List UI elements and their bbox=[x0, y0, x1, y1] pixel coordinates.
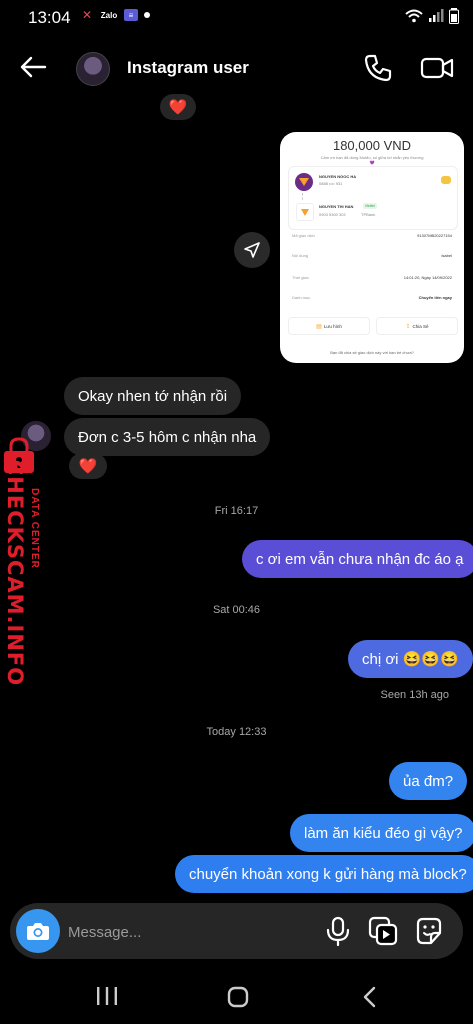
image-message-receipt[interactable]: 180,000 VND Cảm ơn bạn đã dùng MoMo, số … bbox=[280, 132, 464, 363]
receiver-logo bbox=[296, 203, 314, 221]
sticker-icon[interactable] bbox=[414, 916, 444, 946]
save-image-icon: ▤ bbox=[316, 323, 322, 330]
forward-button[interactable] bbox=[234, 232, 270, 268]
receipt-row-value: Chuyển tiền ngay bbox=[418, 295, 452, 300]
watermark-tagline: DATA CENTER bbox=[24, 483, 44, 573]
message-outgoing[interactable]: ủa đm? bbox=[389, 762, 468, 800]
receiver-phone: 0903 5300 302 bbox=[319, 212, 346, 217]
status-time: 13:04 bbox=[28, 8, 71, 27]
video-call-icon[interactable] bbox=[420, 52, 454, 84]
receipt-connector bbox=[302, 193, 304, 200]
status-notification-icons: ✕ Zalo ≡ bbox=[80, 8, 150, 22]
receipt-row-label: Nội dung bbox=[292, 253, 309, 258]
timestamp-divider: Fri 16:17 bbox=[214, 505, 259, 517]
home-icon[interactable] bbox=[226, 985, 250, 1009]
status-system-icons bbox=[405, 8, 459, 24]
signal-icon bbox=[429, 9, 444, 22]
receiver-bank: TPBank bbox=[361, 212, 376, 217]
message-outgoing[interactable]: chuyển khoản xong k gửi hàng mà block? bbox=[175, 855, 473, 893]
battery-icon bbox=[449, 8, 459, 24]
receipt-row: Danh mục Chuyển tiền ngay bbox=[292, 295, 452, 300]
card-icon bbox=[441, 176, 451, 184]
message-input[interactable] bbox=[68, 922, 248, 942]
sender-logo bbox=[295, 173, 313, 191]
receipt-row-value: Isabel bbox=[441, 253, 452, 258]
back-arrow-icon[interactable] bbox=[18, 52, 48, 82]
phone-call-icon[interactable] bbox=[362, 52, 394, 84]
receipt-amount: 180,000 VND bbox=[332, 138, 412, 153]
message-incoming[interactable]: Đơn c 3-5 hôm c nhận nha bbox=[64, 418, 271, 456]
sender-name: NGUYEN NGOC HA bbox=[319, 174, 357, 179]
message-outgoing[interactable]: chị ơi 😆😆😆 bbox=[348, 640, 473, 678]
seen-status: Seen 13h ago bbox=[380, 689, 449, 701]
chat-title[interactable]: Instagram user bbox=[127, 58, 249, 78]
receipt-row: Thời gian 14:01:20, Ngày 14/09/2022 bbox=[292, 275, 452, 280]
receipt-row-label: Thời gian bbox=[292, 275, 309, 280]
receipt-row-value: 14:01:20, Ngày 14/09/2022 bbox=[403, 275, 452, 280]
microphone-icon[interactable] bbox=[324, 916, 352, 946]
message-outgoing[interactable]: làm ăn kiểu đéo gì vậy? bbox=[290, 814, 473, 852]
camera-icon bbox=[27, 923, 49, 940]
share-icon: ⇪ bbox=[405, 323, 411, 330]
message-incoming[interactable]: Okay nhen tớ nhận rồi bbox=[64, 377, 242, 415]
recent-apps-icon[interactable] bbox=[95, 985, 119, 1007]
receiver-name: NGUYEN THI HAN bbox=[319, 204, 354, 209]
nav-back-icon[interactable] bbox=[360, 985, 380, 1009]
receipt-save-button: ▤ Lưu hình bbox=[288, 317, 370, 335]
timestamp-divider: Sat 00:46 bbox=[212, 604, 261, 616]
receipt-footer: Bạn đã chia sẻ giao dịch này với bạn bè … bbox=[330, 350, 414, 355]
receipt-parties-box: NGUYEN NGOC HA 0888 •••• 931 NGUYEN THI … bbox=[288, 166, 458, 230]
watermark-tagline-text: DATA CENTER bbox=[28, 487, 40, 569]
receiver-tag: Viettel bbox=[363, 203, 377, 209]
more-notifications-dot bbox=[144, 12, 150, 18]
gallery-icon[interactable] bbox=[368, 916, 398, 946]
calendar-icon: ≡ bbox=[124, 9, 138, 21]
receipt-subtitle: Cảm ơn bạn đã dùng MoMo, số giữa lời nhắ… bbox=[320, 155, 424, 165]
receipt-share-label: Chia Sẻ bbox=[412, 323, 429, 329]
receipt-row-label: Danh mục bbox=[292, 295, 311, 300]
heart-reaction[interactable]: ❤️ bbox=[160, 94, 196, 120]
sender-phone: 0888 •••• 931 bbox=[319, 181, 343, 186]
send-arrow-icon bbox=[244, 242, 260, 258]
zalo-icon: Zalo bbox=[100, 10, 118, 20]
receipt-share-button: ⇪ Chia Sẻ bbox=[376, 317, 458, 335]
wifi-icon bbox=[405, 9, 423, 23]
receipt-row: Mã giao dịch 91307MB20227154 bbox=[292, 233, 452, 238]
receipt-row: Nội dung Isabel bbox=[292, 253, 452, 258]
receipt-row-label: Mã giao dịch bbox=[292, 233, 315, 238]
receipt-save-label: Lưu hình bbox=[323, 323, 342, 329]
heart-reaction[interactable]: ❤️ bbox=[69, 453, 107, 479]
message-outgoing[interactable]: c ơi em vẫn chưa nhận đc áo ạ bbox=[242, 540, 473, 578]
receipt-row-value: 91307MB20227154 bbox=[417, 233, 452, 238]
header-avatar[interactable] bbox=[76, 52, 110, 86]
missed-call-icon: ✕ bbox=[81, 8, 93, 22]
timestamp-divider: Today 12:33 bbox=[206, 726, 267, 738]
camera-button[interactable] bbox=[16, 909, 60, 953]
